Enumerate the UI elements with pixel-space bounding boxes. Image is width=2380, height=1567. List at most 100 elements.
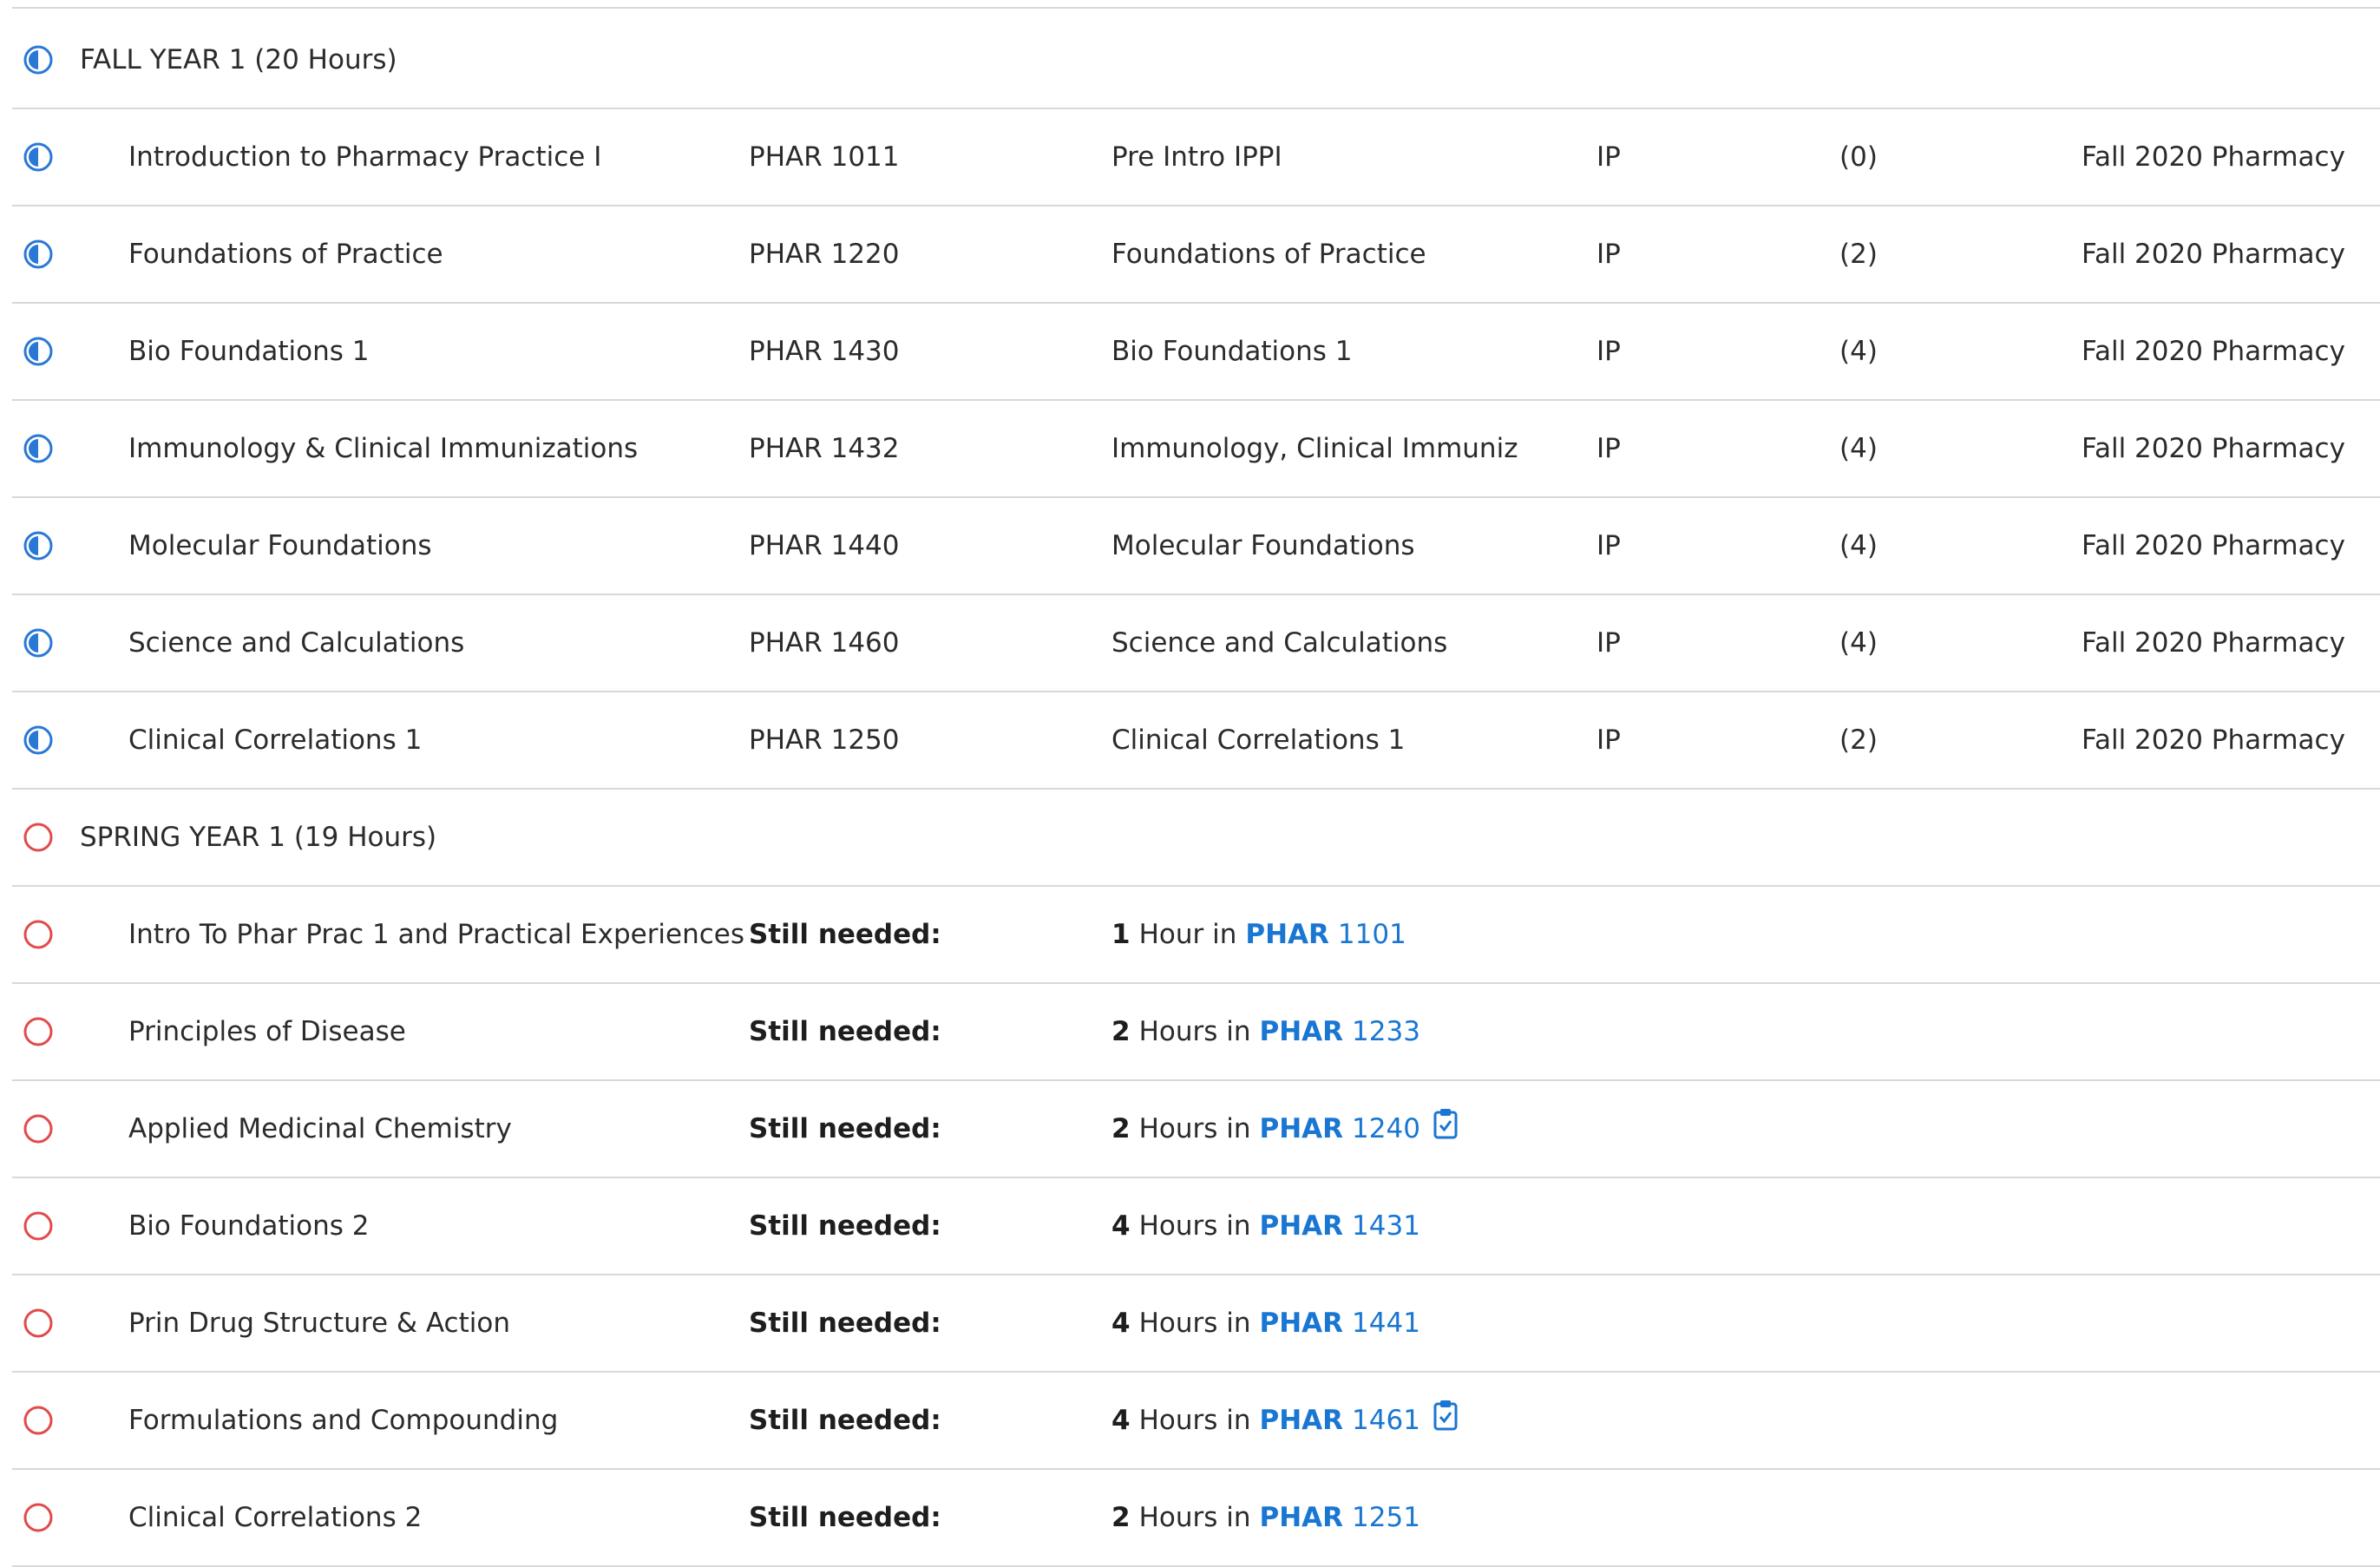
not-started-icon [23,1308,53,1338]
requirement-title: Applied Medicinal Chemistry [128,1113,512,1144]
course-number-link[interactable]: 1240 [1352,1113,1420,1144]
subject-link[interactable]: PHAR [1245,919,1329,950]
not-started-icon [23,1017,53,1046]
requirement-row[interactable]: Applied Medicinal Chemistry Still needed… [12,1081,2380,1178]
requirement-detail: 1 Hour in PHAR 1101 [1111,887,1406,982]
course-number-link[interactable]: 1101 [1338,919,1406,950]
course-name: Clinical Correlations 1 [1111,724,1406,756]
hours-unit: Hours in [1138,1405,1251,1436]
course-term: Fall 2020 Pharmacy [2082,336,2345,367]
clipboard-check-icon[interactable] [1433,1400,1459,1431]
course-code: PHAR 1250 [749,724,900,756]
still-needed-label: Still needed: [749,1308,941,1339]
not-started-icon [23,1406,53,1435]
course-credits: (2) [1839,724,1878,756]
requirement-title: Prin Drug Structure & Action [128,1308,510,1339]
hours-unit: Hours in [1138,1210,1251,1242]
course-row[interactable]: Science and Calculations PHAR 1460 Scien… [12,595,2380,692]
course-row[interactable]: Clinical Correlations 1 PHAR 1250 Clinic… [12,692,2380,790]
requirement-row[interactable]: Formulations and Compounding Still neede… [12,1373,2380,1470]
still-needed-label: Still needed: [749,1016,941,1047]
course-code: PHAR 1460 [749,627,900,659]
course-term: Fall 2020 Pharmacy [2082,433,2345,464]
spring-year-1-header-row[interactable]: SPRING YEAR 1 (19 Hours) [12,790,2380,887]
in-progress-icon [23,239,53,269]
requirement-title: Intro To Phar Prac 1 and Practical Exper… [128,919,745,950]
course-credits: (4) [1839,336,1878,367]
degree-audit-requirements: FALL YEAR 1 (20 Hours) Introduction to P… [0,0,2380,1567]
course-grade: IP [1597,336,1621,367]
course-credits: (4) [1839,627,1878,659]
requirement-title: Introduction to Pharmacy Practice I [128,141,602,173]
course-name: Molecular Foundations [1111,530,1415,561]
fall-year-1-header-row[interactable]: FALL YEAR 1 (20 Hours) [12,12,2380,109]
course-grade: IP [1597,724,1621,756]
in-progress-icon [23,725,53,755]
subject-link[interactable]: PHAR [1260,1405,1344,1436]
course-name: Science and Calculations [1111,627,1448,659]
course-number-link[interactable]: 1461 [1352,1405,1420,1436]
requirement-row[interactable]: Prin Drug Structure & Action Still neede… [12,1275,2380,1373]
course-grade: IP [1597,239,1621,270]
requirement-detail: 2 Hours in PHAR 1233 [1111,984,1420,1079]
requirement-title: Science and Calculations [128,627,465,659]
not-started-icon [23,1114,53,1144]
course-term: Fall 2020 Pharmacy [2082,239,2345,270]
course-term: Fall 2020 Pharmacy [2082,141,2345,173]
hours-unit: Hours in [1138,1113,1251,1144]
still-needed-label: Still needed: [749,1210,941,1242]
requirement-detail: 2 Hours in PHAR 1240 [1111,1081,1459,1177]
top-divider [12,7,2380,9]
requirement-row[interactable]: Principles of Disease Still needed: 2 Ho… [12,984,2380,1081]
subject-link[interactable]: PHAR [1260,1016,1344,1047]
requirement-title: Bio Foundations 1 [128,336,370,367]
course-number-link[interactable]: 1251 [1352,1502,1420,1533]
requirement-row[interactable]: Clinical Correlations 2 Still needed: 2 … [12,1470,2380,1567]
course-credits: (2) [1839,239,1878,270]
in-progress-icon [23,142,53,172]
course-row[interactable]: Immunology & Clinical Immunizations PHAR… [12,401,2380,498]
course-number-link[interactable]: 1441 [1352,1308,1420,1339]
not-started-icon [23,1211,53,1241]
hours-unit: Hours in [1138,1502,1251,1533]
course-code: PHAR 1220 [749,239,900,270]
not-started-icon [23,920,53,949]
course-name: Foundations of Practice [1111,239,1426,270]
clipboard-check-icon[interactable] [1433,1108,1459,1139]
requirement-detail: 4 Hours in PHAR 1461 [1111,1373,1459,1468]
requirement-row[interactable]: Intro To Phar Prac 1 and Practical Exper… [12,887,2380,984]
hours-unit: Hour in [1138,919,1237,950]
hours-count: 4 [1111,1405,1131,1436]
course-term: Fall 2020 Pharmacy [2082,724,2345,756]
requirement-row[interactable]: Bio Foundations 2 Still needed: 4 Hours … [12,1178,2380,1275]
course-number-link[interactable]: 1431 [1352,1210,1420,1242]
hours-unit: Hours in [1138,1016,1251,1047]
subject-link[interactable]: PHAR [1260,1308,1344,1339]
subject-link[interactable]: PHAR [1260,1502,1344,1533]
requirement-title: Foundations of Practice [128,239,443,270]
hours-count: 1 [1111,919,1131,950]
hours-count: 4 [1111,1308,1131,1339]
section-header-fall: FALL YEAR 1 (20 Hours) [80,44,397,75]
course-credits: (0) [1839,141,1878,173]
course-row[interactable]: Molecular Foundations PHAR 1440 Molecula… [12,498,2380,595]
subject-link[interactable]: PHAR [1260,1210,1344,1242]
requirement-detail: 4 Hours in PHAR 1431 [1111,1178,1420,1274]
requirement-detail: 2 Hours in PHAR 1251 [1111,1470,1420,1565]
course-term: Fall 2020 Pharmacy [2082,530,2345,561]
in-progress-icon [23,337,53,366]
hours-count: 2 [1111,1502,1131,1533]
course-row[interactable]: Introduction to Pharmacy Practice I PHAR… [12,109,2380,207]
requirement-title: Clinical Correlations 1 [128,724,423,756]
hours-count: 2 [1111,1113,1131,1144]
course-row[interactable]: Foundations of Practice PHAR 1220 Founda… [12,207,2380,304]
not-started-icon [23,1503,53,1532]
course-name: Bio Foundations 1 [1111,336,1353,367]
course-number-link[interactable]: 1233 [1352,1016,1420,1047]
subject-link[interactable]: PHAR [1260,1113,1344,1144]
course-row[interactable]: Bio Foundations 1 PHAR 1430 Bio Foundati… [12,304,2380,401]
course-code: PHAR 1430 [749,336,900,367]
still-needed-label: Still needed: [749,1405,941,1436]
requirement-title: Principles of Disease [128,1016,406,1047]
requirement-title: Bio Foundations 2 [128,1210,370,1242]
